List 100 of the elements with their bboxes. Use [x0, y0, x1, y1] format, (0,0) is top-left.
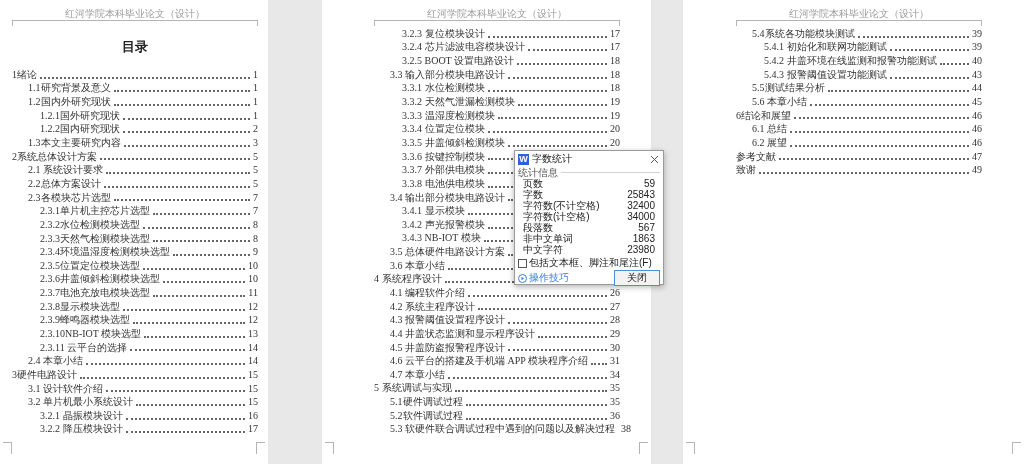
- toc-page-number: 40: [972, 55, 982, 68]
- toc-page-number: 16: [248, 409, 258, 422]
- toc-entry-title: 3.3.7 外部供电模块: [402, 164, 485, 177]
- toc-entry-title: 参考文献: [736, 150, 776, 163]
- toc-entry-title: 3硬件电路设计: [12, 368, 77, 381]
- toc-entry-title: 5.4.1 初始化和联网功能测试: [764, 41, 887, 54]
- toc-entry-title: 1.3本文主要研究内容: [28, 137, 121, 149]
- toc-entry-title: 2.2总体方案设计: [28, 177, 101, 190]
- toc-entry-title: 2.3.4环境温湿度检测模块选型: [40, 246, 170, 259]
- toc-entry-title: 6结论和展望: [736, 109, 791, 122]
- toc-entry-title: 2.3.2水位检测模块选型: [40, 218, 140, 231]
- toc-page-number: 20: [610, 123, 620, 136]
- toc-entry-title: 5.1硬件调试过程: [390, 396, 463, 409]
- toc-page-number: 35: [610, 382, 620, 395]
- stat-value: 32400: [627, 200, 655, 211]
- close-icon: [649, 154, 659, 164]
- toc-entry-title: 2.3.11 云平台的选择: [40, 341, 128, 354]
- toc-entry-title: 4 系统程序设计: [374, 273, 442, 286]
- toc-entry-title: 6.2 展望: [752, 136, 787, 149]
- toc-page-number: 10: [248, 259, 258, 272]
- toc-entry-title: 3.4.2 声光报警模块: [402, 218, 485, 231]
- toc-page-number: 43: [972, 68, 982, 81]
- toc-entry-title: 3.4.1 显示模块: [402, 205, 465, 218]
- toc-entry-title: 3.4.3 NB-IOT 模块: [402, 232, 481, 245]
- toc-entry-title: 3.3.4 位置定位模块: [402, 123, 485, 136]
- checkbox[interactable]: [518, 258, 527, 268]
- toc-page-number: 1: [253, 68, 258, 81]
- toc-entry-title: 3.3.5 井盖倾斜检测模块: [402, 136, 505, 149]
- toc-page-number: 7: [253, 205, 258, 218]
- toc-page-number: 5: [253, 177, 258, 190]
- toc-page-number: 44: [972, 82, 982, 95]
- toc-page-number: 15: [248, 396, 258, 409]
- tips-link[interactable]: 操作技巧: [518, 272, 569, 284]
- toc-entry-title: 2.3.7电池充放电模块选型: [40, 287, 150, 300]
- toc-page-number: 12: [248, 314, 258, 327]
- toc-entry-title: 2.1 系统设计要求: [28, 164, 103, 177]
- toc-entry-title: 5.4.2 井盖环境在线监测和报警功能测试: [764, 55, 937, 68]
- toc-page-number: 14: [248, 341, 258, 354]
- toc-page-number: 1: [253, 96, 258, 109]
- toc-entry-title: 3.2.5 BOOT 设置电路设计: [402, 55, 515, 68]
- toc-page-number: 46: [972, 109, 982, 122]
- toc-page-number: 18: [610, 55, 620, 68]
- toc-page-number: 28: [610, 314, 620, 327]
- toc-page-number: 3: [253, 137, 258, 149]
- toc-entry-title: 5.2软件调试过程: [390, 409, 463, 422]
- toc-entry-title: 2.3.8显示模块选型: [40, 300, 120, 313]
- group-label: 统计信息: [518, 167, 558, 178]
- stat-label: 段落数: [523, 222, 553, 233]
- toc-entry-title: 2.3.9蜂鸣器模块选型: [40, 314, 130, 327]
- toc-page-number: 30: [610, 341, 620, 354]
- toc-heading: 目录: [122, 38, 148, 57]
- close-button[interactable]: 关闭: [614, 270, 660, 286]
- toc-entry-title: 2.3.1单片机主控芯片选型: [40, 205, 150, 218]
- toc-entry-title: 5.6 本章小结: [752, 96, 807, 108]
- toc-entry-title: 1.1研究背景及意义: [28, 82, 111, 95]
- toc-page-number: 18: [610, 68, 620, 81]
- stat-label: 非中文单词: [523, 233, 573, 244]
- toc-page-number: 14: [248, 355, 258, 368]
- toc-page-number: 5: [253, 164, 258, 177]
- page-header: 红河学院本科毕业论文（设计）: [427, 8, 567, 20]
- toc-page-number: 35: [610, 396, 620, 409]
- toc-entry-title: 5.3 软硬件联合调试过程中遇到的问题以及解决过程: [390, 423, 615, 436]
- toc-entry-title: 3.3.6 按键控制模块: [402, 150, 485, 163]
- toc-page-number: 38: [621, 423, 631, 436]
- toc-page-number: 17: [610, 27, 620, 40]
- toc-entry-title: 4.6 云平台的搭建及手机端 APP 模块程序介绍: [390, 355, 588, 368]
- stat-value: 34000: [627, 211, 655, 222]
- toc-page-number: 10: [248, 273, 258, 286]
- dialog-title: 字数统计: [532, 153, 573, 165]
- play-circle-icon: [518, 273, 527, 283]
- toc-entry-title: 3.2.1 晶振模块设计: [40, 409, 123, 422]
- toc-entry-title: 4.4 井盖状态监测和显示程序设计: [390, 327, 535, 340]
- stat-label: 字符数(不计空格): [523, 200, 600, 211]
- toc-entry-title: 4.3 报警阈值设置程序设计: [390, 314, 505, 327]
- toc-page-number: 17: [248, 423, 258, 436]
- toc-page-number: 1: [253, 109, 258, 122]
- toc-page-number: 2: [253, 123, 258, 136]
- stat-value: 1863: [632, 233, 655, 244]
- toc-page-number: 20: [610, 136, 620, 149]
- close-button[interactable]: [648, 153, 660, 165]
- toc-entry-title: 4.5 井盖防盗报警程序设计: [390, 341, 505, 354]
- toc-page-number: 27: [610, 300, 620, 313]
- toc-entry-title: 3.3 输入部分模块电路设计: [390, 68, 505, 81]
- toc-entry-title: 2.3.3天然气检测模块选型: [40, 232, 150, 245]
- toc-entry-title: 2系统总体设计方案: [12, 150, 97, 163]
- stat-value: 567: [638, 222, 655, 233]
- toc-page-number: 19: [610, 109, 620, 122]
- toc-entry-title: 5.4.3 报警阈值设置功能测试: [764, 68, 887, 81]
- toc-entry-title: 4.7 本章小结: [390, 368, 445, 381]
- toc-entry-title: 3.2 单片机最小系统设计: [28, 396, 133, 409]
- toc-page-number: 11: [248, 287, 258, 300]
- toc-entry-title: 2.3.5位置定位模块选型: [40, 259, 140, 272]
- toc-entry-title: 1.2.2国内研究现状: [40, 123, 120, 136]
- toc-entry-title: 3.2.4 芯片滤波电容模块设计: [402, 41, 525, 54]
- toc-entry-title: 5.5测试结果分析: [752, 82, 825, 95]
- toc-entry-title: 5.4系统各功能模块测试: [752, 27, 855, 40]
- toc-entry-title: 3.5 总体硬件电路设计方案: [390, 246, 505, 259]
- toc-entry-title: 2.3.6井盖倾斜检测模块选型: [40, 273, 160, 286]
- app-icon: W: [518, 153, 529, 165]
- toc-page-number: 13: [248, 328, 258, 340]
